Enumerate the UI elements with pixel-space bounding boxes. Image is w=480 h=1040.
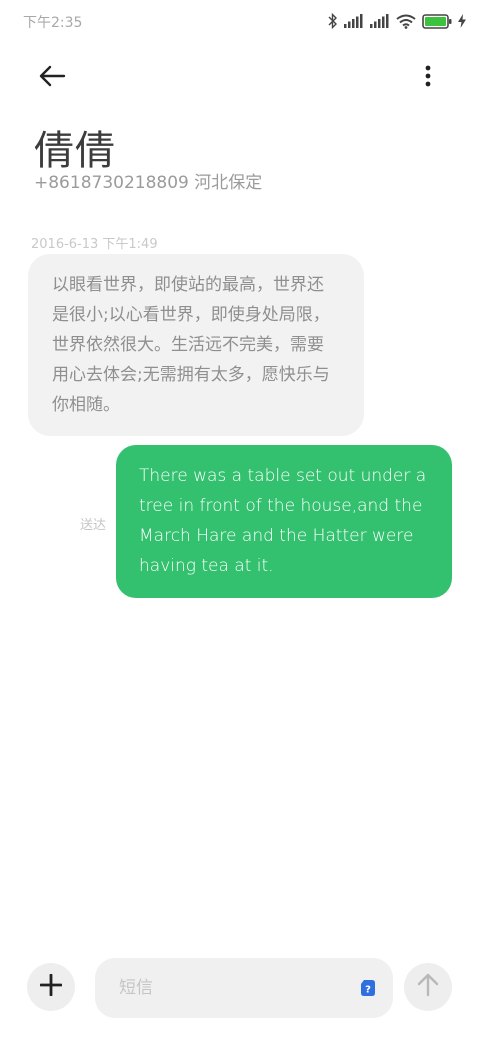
contact-number: +8618730218809 河北保定 bbox=[34, 173, 263, 193]
more-vertical-icon bbox=[425, 65, 431, 91]
delivery-status: 送达 bbox=[80, 518, 107, 533]
signal-icon bbox=[370, 14, 390, 28]
add-attachment-button[interactable] bbox=[27, 963, 75, 1011]
bluetooth-icon bbox=[328, 13, 338, 29]
message-input[interactable] bbox=[95, 958, 393, 1018]
back-button[interactable] bbox=[34, 60, 70, 96]
outgoing-message-bubble[interactable]: There was a table set out under a tree i… bbox=[116, 445, 452, 598]
signal-icon bbox=[344, 14, 364, 28]
more-options-button[interactable] bbox=[416, 60, 440, 96]
plus-icon bbox=[39, 973, 63, 1000]
arrow-left-icon bbox=[38, 65, 66, 91]
compose-bar: ? bbox=[0, 955, 480, 1025]
status-time: 下午2:35 bbox=[23, 15, 83, 31]
battery-icon bbox=[422, 13, 452, 29]
sim-card-icon[interactable]: ? bbox=[361, 980, 375, 996]
top-bar bbox=[0, 50, 480, 108]
status-icons bbox=[328, 10, 466, 32]
incoming-message-bubble[interactable]: 以眼看世界，即使站的最高，世界还是很小;以心看世界，即使身处局限，世界依然很大。… bbox=[28, 254, 364, 436]
wifi-icon bbox=[396, 14, 416, 29]
send-button[interactable] bbox=[404, 963, 452, 1011]
arrow-up-icon bbox=[417, 973, 439, 1001]
message-timestamp: 2016-6-13 下午1:49 bbox=[31, 237, 158, 252]
incoming-message-text: 以眼看世界，即使站的最高，世界还是很小;以心看世界，即使身处局限，世界依然很大。… bbox=[52, 275, 330, 415]
charging-icon bbox=[458, 14, 466, 28]
outgoing-message-text: There was a table set out under a tree i… bbox=[139, 466, 427, 576]
status-bar: 下午2:35 bbox=[0, 0, 480, 44]
svg-text:?: ? bbox=[365, 985, 371, 996]
